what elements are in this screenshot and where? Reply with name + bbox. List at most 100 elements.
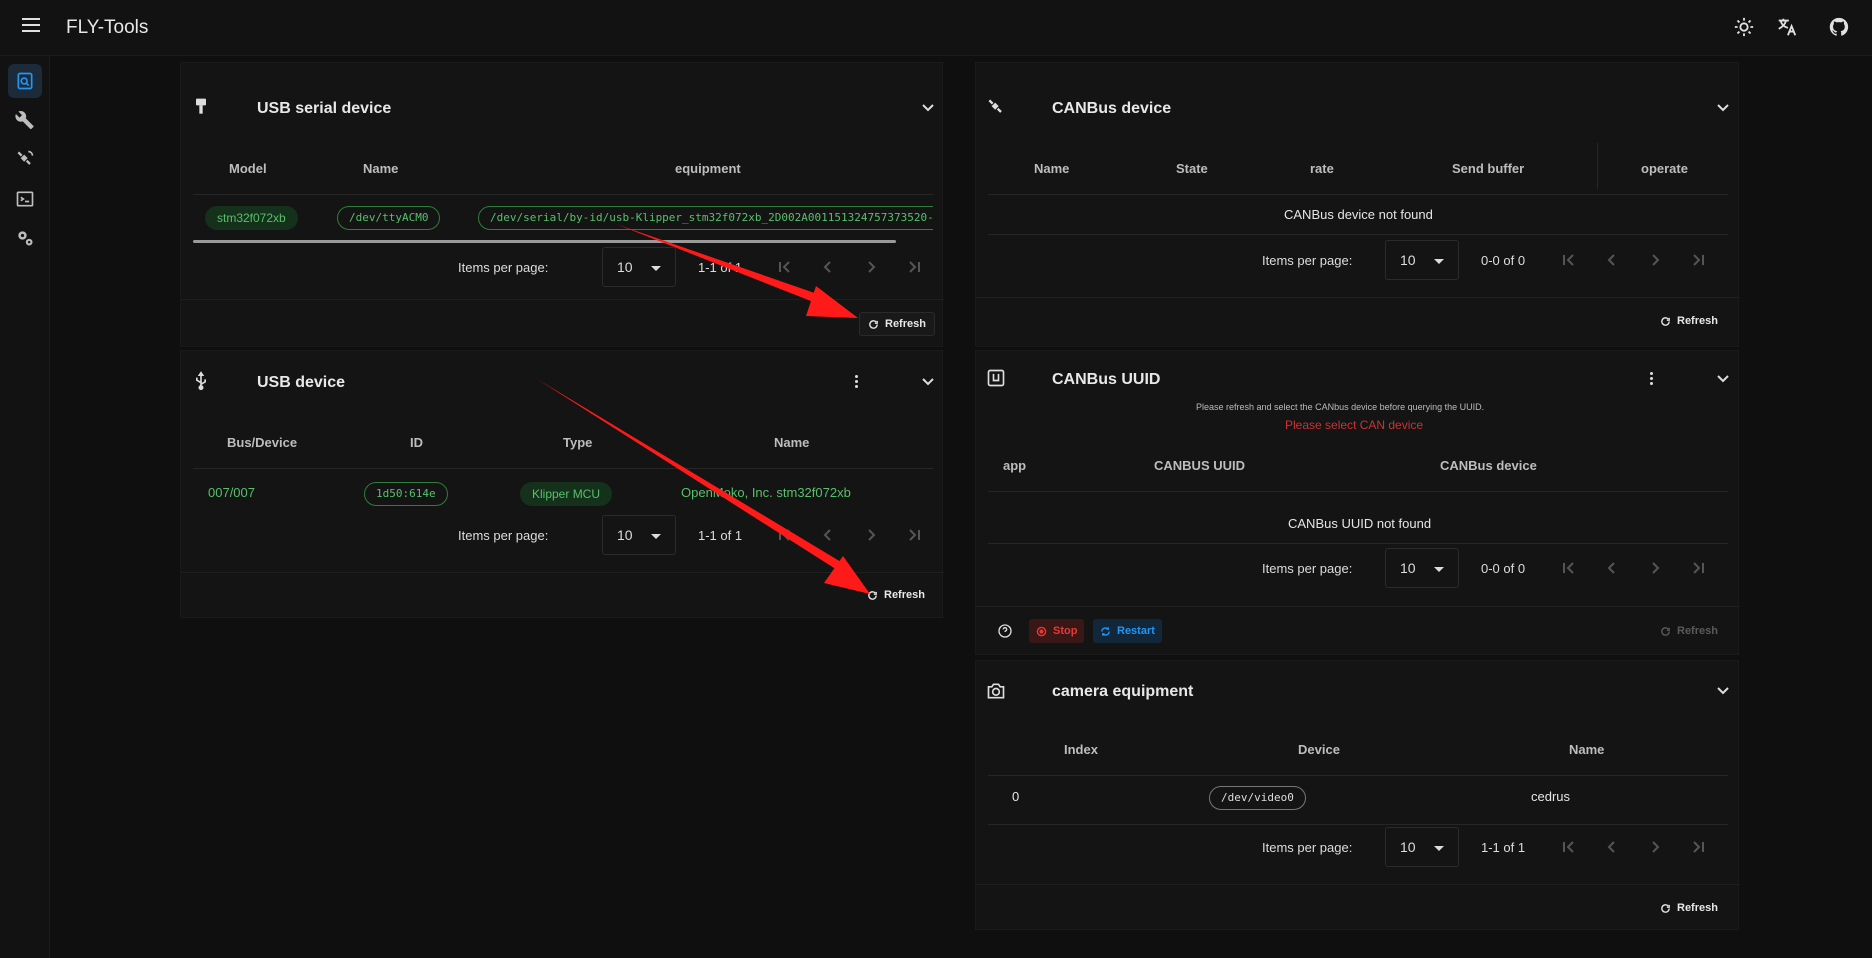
terminal-icon[interactable] <box>8 182 42 216</box>
next-page-icon[interactable] <box>1647 839 1663 855</box>
restart-button[interactable]: Restart <box>1093 619 1162 643</box>
restart-icon <box>1101 626 1110 636</box>
items-per-page-select[interactable]: 10 <box>1385 240 1459 280</box>
refresh-icon <box>1661 626 1670 636</box>
column-header[interactable]: equipment <box>675 161 741 176</box>
next-page-icon[interactable] <box>1647 560 1663 576</box>
column-header[interactable]: Bus/Device <box>227 435 297 450</box>
settings-icon[interactable] <box>8 221 42 255</box>
usb-serial-card: USB serial device Model Name equipment s… <box>180 62 944 347</box>
device-name-cell: OpenMoko, Inc. stm32f072xb <box>681 485 851 500</box>
model-chip: stm32f072xb <box>205 206 298 230</box>
paginator: Items per page: 10 0-0 of 0 <box>988 236 1728 284</box>
more-vert-icon[interactable] <box>855 375 859 389</box>
items-per-page-select[interactable]: 10 <box>1385 548 1459 588</box>
column-header[interactable]: CANBus device <box>1440 458 1537 473</box>
chevron-down-icon[interactable] <box>922 377 934 387</box>
refresh-button[interactable]: Refresh <box>1652 896 1726 920</box>
empty-message: CANBus UUID not found <box>1288 516 1432 531</box>
refresh-button[interactable]: Refresh <box>1652 619 1726 643</box>
refresh-label: Refresh <box>884 589 925 601</box>
column-header[interactable]: Name <box>363 161 398 176</box>
chevron-down-icon[interactable] <box>1717 103 1729 113</box>
uuid-icon <box>987 369 1005 387</box>
camera-name-cell: cedrus <box>1531 789 1571 804</box>
theme-icon[interactable] <box>1733 16 1755 38</box>
device-search-icon[interactable] <box>8 64 42 98</box>
menu-icon[interactable] <box>22 18 40 32</box>
last-page-icon[interactable] <box>1690 839 1706 855</box>
column-header[interactable]: Model <box>229 161 267 176</box>
items-per-page-select[interactable]: 10 <box>602 247 676 287</box>
first-page-icon[interactable] <box>1561 560 1577 576</box>
first-page-icon[interactable] <box>777 259 793 275</box>
refresh-button[interactable]: Refresh <box>859 312 935 336</box>
column-header[interactable]: ID <box>410 435 423 450</box>
usb-plug-icon <box>196 98 206 114</box>
column-header[interactable]: Device <box>1298 742 1340 757</box>
column-header[interactable]: Index <box>1064 742 1098 757</box>
first-page-icon[interactable] <box>1561 839 1577 855</box>
wrench-icon[interactable] <box>8 103 42 137</box>
prev-page-icon[interactable] <box>820 259 836 275</box>
paginator: Items per page: 10 1-1 of 1 <box>988 823 1728 871</box>
info-note: Please refresh and select the CANbus dev… <box>1196 402 1485 412</box>
prev-page-icon[interactable] <box>820 527 836 543</box>
next-page-icon[interactable] <box>1647 252 1663 268</box>
items-per-page-label: Items per page: <box>1262 840 1353 855</box>
help-icon[interactable] <box>997 623 1013 639</box>
equipment-chip[interactable]: /dev/serial/by-id/usb-Klipper_stm32f072x… <box>478 206 933 230</box>
range-label: 1-1 of 1 <box>698 260 743 275</box>
chevron-down-icon[interactable] <box>1717 374 1729 384</box>
card-title: USB serial device <box>257 100 392 117</box>
id-chip[interactable]: 1d50:614e <box>364 482 448 506</box>
stop-button[interactable]: Stop <box>1029 619 1085 643</box>
more-vert-icon[interactable] <box>1650 372 1654 386</box>
prev-page-icon[interactable] <box>1604 560 1620 576</box>
prev-page-icon[interactable] <box>1604 839 1620 855</box>
name-chip[interactable]: /dev/ttyACM0 <box>337 206 441 230</box>
top-app-bar: FLY-Tools <box>0 0 1872 56</box>
error-note: Please select CAN device <box>1285 418 1424 432</box>
paginator: Items per page: 10 1-1 of 1 <box>193 243 933 291</box>
column-header[interactable]: CANBUS UUID <box>1154 458 1245 473</box>
prev-page-icon[interactable] <box>1604 252 1620 268</box>
next-page-icon[interactable] <box>863 259 879 275</box>
column-header[interactable]: rate <box>1310 161 1334 176</box>
refresh-button[interactable]: Refresh <box>859 583 933 607</box>
restart-label: Restart <box>1117 625 1155 637</box>
items-per-page-select[interactable]: 10 <box>602 515 676 555</box>
last-page-icon[interactable] <box>1690 560 1706 576</box>
stop-icon <box>1036 626 1047 636</box>
last-page-icon[interactable] <box>1690 252 1706 268</box>
column-header[interactable]: Name <box>774 435 809 450</box>
range-label: 0-0 of 0 <box>1481 253 1526 268</box>
chevron-down-icon[interactable] <box>1717 686 1729 696</box>
items-per-page-label: Items per page: <box>458 528 549 543</box>
last-page-icon[interactable] <box>906 259 922 275</box>
translate-icon[interactable] <box>1776 16 1798 38</box>
items-per-page-select[interactable]: 10 <box>1385 827 1459 867</box>
items-per-page-label: Items per page: <box>1262 253 1353 268</box>
empty-message: CANBus device not found <box>1284 207 1433 222</box>
column-header[interactable]: State <box>1176 161 1208 176</box>
satellite-icon[interactable] <box>8 142 42 176</box>
camera-card: camera equipment Index Device Name 0 /de… <box>975 660 1740 930</box>
github-icon[interactable] <box>1828 16 1850 38</box>
first-page-icon[interactable] <box>777 527 793 543</box>
column-header[interactable]: operate <box>1641 161 1688 176</box>
device-chip[interactable]: /dev/video0 <box>1209 786 1306 810</box>
satellite-icon <box>988 99 1002 113</box>
chevron-down-icon[interactable] <box>922 103 934 113</box>
column-header[interactable]: Name <box>1569 742 1604 757</box>
column-header[interactable]: Type <box>563 435 592 450</box>
column-header[interactable]: Name <box>1034 161 1069 176</box>
nav-sidebar <box>0 56 50 958</box>
last-page-icon[interactable] <box>906 527 922 543</box>
first-page-icon[interactable] <box>1561 252 1577 268</box>
refresh-icon <box>1661 903 1670 913</box>
next-page-icon[interactable] <box>863 527 879 543</box>
column-header[interactable]: Send buffer <box>1452 161 1524 176</box>
refresh-button[interactable]: Refresh <box>1652 309 1726 333</box>
column-header[interactable]: app <box>1003 458 1026 473</box>
